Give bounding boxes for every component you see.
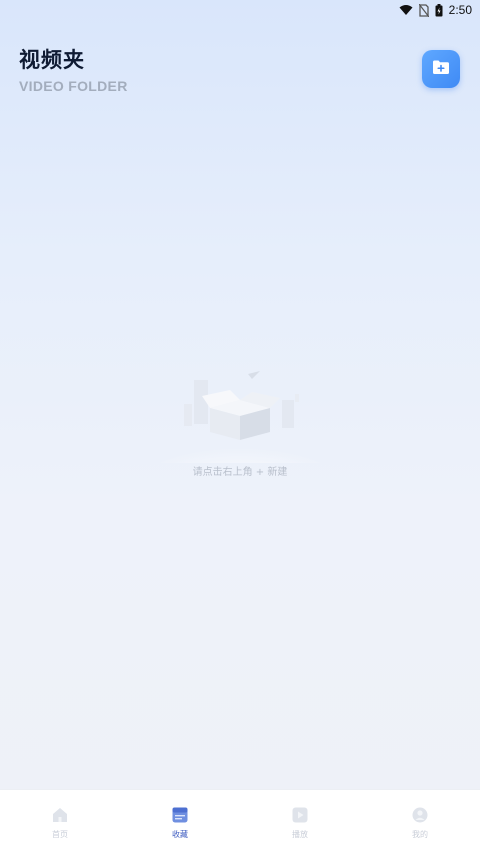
status-bar: 2:50 bbox=[0, 0, 480, 20]
folder-add-icon bbox=[432, 59, 450, 79]
play-icon bbox=[291, 806, 309, 824]
add-folder-button[interactable] bbox=[422, 50, 460, 88]
status-time: 2:50 bbox=[448, 3, 472, 17]
tab-play[interactable]: 播放 bbox=[240, 790, 360, 854]
tab-home[interactable]: 首页 bbox=[0, 790, 120, 854]
battery-icon bbox=[435, 3, 443, 17]
tab-label: 首页 bbox=[52, 830, 68, 839]
page-title: 视频夹 bbox=[19, 48, 85, 72]
tab-profile[interactable]: 我的 bbox=[360, 790, 480, 854]
tab-label: 我的 bbox=[412, 830, 428, 839]
bottom-tab-bar: 首页 收藏 播放 我的 bbox=[0, 789, 480, 854]
tab-favorites[interactable]: 收藏 bbox=[120, 790, 240, 854]
empty-state bbox=[160, 368, 320, 492]
no-sim-icon bbox=[418, 3, 429, 17]
home-icon bbox=[51, 806, 69, 824]
empty-hint: 请点击右上角 + 新建 bbox=[192, 467, 288, 478]
favorite-icon bbox=[171, 806, 189, 824]
wifi-icon bbox=[399, 4, 413, 16]
tab-label: 收藏 bbox=[172, 830, 188, 839]
profile-icon bbox=[411, 806, 429, 824]
page-subtitle: VIDEO FOLDER bbox=[19, 78, 128, 94]
tab-label: 播放 bbox=[292, 830, 308, 839]
